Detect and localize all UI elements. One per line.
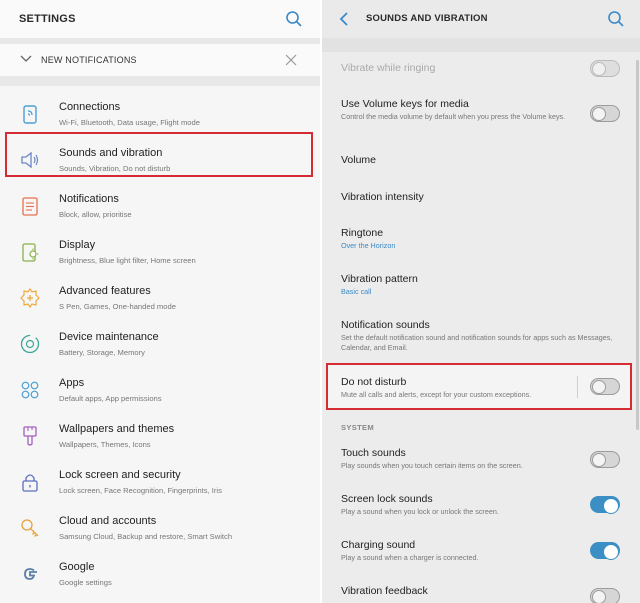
gear-plus-icon <box>20 287 40 309</box>
item-subtitle: Battery, Storage, Memory <box>59 348 145 357</box>
setting-vibrate-while-ringing[interactable]: Vibrate while ringing <box>322 52 640 84</box>
settings-item-apps[interactable]: Apps Default apps, App permissions <box>0 368 320 414</box>
page-title: SOUNDS AND VIBRATION <box>366 13 488 24</box>
item-subtitle: Google settings <box>59 578 112 587</box>
item-subtitle: Default apps, App permissions <box>59 394 162 403</box>
item-label: Notification sounds <box>341 319 430 331</box>
item-value: Basic call <box>341 287 372 296</box>
item-subtitle: Brightness, Blue light filter, Home scre… <box>59 256 196 265</box>
highlight-box <box>5 132 313 177</box>
settings-item-wallpapers-themes[interactable]: Wallpapers and themes Wallpapers, Themes… <box>0 414 320 460</box>
settings-item-lock-screen-security[interactable]: Lock screen and security Lock screen, Fa… <box>0 460 320 506</box>
item-subtitle: Play a sound when you lock or unlock the… <box>341 507 499 516</box>
settings-item-advanced-features[interactable]: Advanced features S Pen, Games, One-hand… <box>0 276 320 322</box>
back-arrow-icon[interactable] <box>338 11 350 27</box>
divider <box>322 38 640 52</box>
item-label: Vibration feedback <box>341 585 428 597</box>
setting-touch-sounds[interactable]: Touch sounds Play sounds when you touch … <box>322 440 640 480</box>
settings-item-google[interactable]: Google Google settings <box>0 552 320 598</box>
apps-icon <box>21 381 39 399</box>
item-label: Vibrate while ringing <box>341 62 436 74</box>
divider <box>0 76 320 86</box>
item-label: Device maintenance <box>59 331 159 343</box>
new-notifications-bar[interactable]: NEW NOTIFICATIONS <box>0 44 320 76</box>
setting-vibration-pattern[interactable]: Vibration pattern Basic call <box>322 266 640 306</box>
brush-icon <box>23 426 37 446</box>
setting-volume-keys-media[interactable]: Use Volume keys for media Control the me… <box>322 90 640 136</box>
item-label: Wallpapers and themes <box>59 423 175 435</box>
settings-item-device-maintenance[interactable]: Device maintenance Battery, Storage, Mem… <box>0 322 320 368</box>
settings-item-cloud-accounts[interactable]: Cloud and accounts Samsung Cloud, Backup… <box>0 506 320 552</box>
item-subtitle: Wallpapers, Themes, Icons <box>59 440 151 449</box>
item-label: Google <box>59 561 95 573</box>
setting-screen-lock-sounds[interactable]: Screen lock sounds Play a sound when you… <box>322 486 640 526</box>
key-icon <box>21 519 39 537</box>
sounds-header: SOUNDS AND VIBRATION <box>322 0 640 38</box>
search-icon[interactable] <box>606 9 626 29</box>
item-subtitle: Set the default notification sound and n… <box>341 333 613 352</box>
setting-vibration-feedback[interactable]: Vibration feedback <box>322 578 640 603</box>
setting-charging-sound[interactable]: Charging sound Play a sound when a charg… <box>322 532 640 572</box>
item-label: Volume <box>341 154 377 166</box>
setting-volume[interactable]: Volume <box>322 142 640 178</box>
item-subtitle: Wi-Fi, Bluetooth, Data usage, Flight mod… <box>59 118 200 127</box>
setting-ringtone[interactable]: Ringtone Over the Horizon <box>322 220 640 260</box>
setting-vibration-intensity[interactable]: Vibration intensity <box>322 180 640 216</box>
notifications-icon <box>22 197 38 216</box>
highlight-box <box>326 363 632 410</box>
display-icon <box>22 243 39 262</box>
maintenance-icon <box>20 334 40 354</box>
search-icon[interactable] <box>284 9 304 29</box>
google-icon <box>24 568 37 580</box>
settings-header: SETTINGS <box>0 0 320 38</box>
toggle-switch[interactable] <box>590 60 620 77</box>
toggle-switch[interactable] <box>590 542 620 560</box>
item-subtitle: Play sounds when you touch certain items… <box>341 461 523 470</box>
item-label: Display <box>59 239 96 251</box>
page-title: SETTINGS <box>19 13 76 25</box>
item-label: Apps <box>59 377 85 389</box>
item-subtitle: Lock screen, Face Recognition, Fingerpri… <box>59 486 222 495</box>
setting-notification-sounds[interactable]: Notification sounds Set the default noti… <box>322 312 640 358</box>
item-subtitle: S Pen, Games, One-handed mode <box>59 302 176 311</box>
toggle-switch[interactable] <box>590 588 620 603</box>
chevron-down-icon[interactable] <box>20 54 32 64</box>
item-label: Connections <box>59 101 121 113</box>
item-label: Cloud and accounts <box>59 515 157 527</box>
item-subtitle: Play a sound when a charger is connected… <box>341 553 479 562</box>
item-label: Lock screen and security <box>59 469 181 481</box>
toggle-switch[interactable] <box>590 496 620 514</box>
item-label: Vibration intensity <box>341 191 424 203</box>
toggle-switch[interactable] <box>590 105 620 122</box>
sounds-vibration-panel: SOUNDS AND VIBRATION Vibrate while ringi… <box>322 0 640 603</box>
item-subtitle: Block, allow, prioritise <box>59 210 132 219</box>
item-label: Charging sound <box>341 539 416 551</box>
item-label: Touch sounds <box>341 447 406 459</box>
settings-item-notifications[interactable]: Notifications Block, allow, prioritise <box>0 184 320 230</box>
item-subtitle: Samsung Cloud, Backup and restore, Smart… <box>59 532 233 541</box>
section-header-system: SYSTEM <box>341 423 375 432</box>
lock-icon <box>22 474 38 492</box>
close-icon[interactable] <box>284 53 298 67</box>
item-label: Advanced features <box>59 285 151 297</box>
item-label: Notifications <box>59 193 119 205</box>
item-subtitle: Control the media volume by default when… <box>341 112 566 121</box>
item-label: Use Volume keys for media <box>341 98 469 110</box>
toggle-switch[interactable] <box>590 451 620 468</box>
settings-panel: SETTINGS NEW NOTIFICATIONS Connections W… <box>0 0 320 603</box>
new-notifications-label: NEW NOTIFICATIONS <box>41 55 137 65</box>
item-value: Over the Horizon <box>341 241 396 250</box>
settings-item-display[interactable]: Display Brightness, Blue light filter, H… <box>0 230 320 276</box>
item-label: Vibration pattern <box>341 273 418 285</box>
connections-icon <box>23 105 37 124</box>
item-label: Ringtone <box>341 227 384 239</box>
item-label: Screen lock sounds <box>341 493 433 505</box>
